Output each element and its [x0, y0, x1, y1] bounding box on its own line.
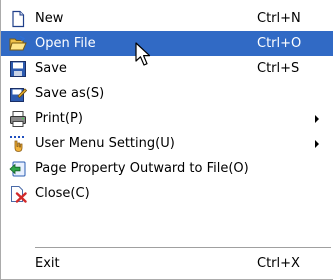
menu-item-label: Close(C)	[35, 186, 90, 201]
submenu-arrow-icon	[315, 115, 319, 123]
user-menu-setting-icon	[9, 135, 27, 153]
menu-item-label: Save as(S)	[35, 86, 105, 101]
save-disk-icon	[9, 60, 27, 78]
menu-item-label: User Menu Setting(U)	[35, 136, 175, 151]
file-context-menu: New Ctrl+N Open File Ctrl+O Save Ctrl+S	[0, 0, 333, 280]
menu-separator	[35, 247, 331, 248]
save-as-icon	[9, 85, 27, 103]
menu-item-label: Save	[35, 61, 67, 76]
mouse-cursor-icon	[135, 42, 155, 68]
export-property-icon	[9, 160, 27, 178]
new-file-icon	[9, 10, 27, 28]
menu-item-new[interactable]: New Ctrl+N	[1, 6, 333, 31]
menu-item-close[interactable]: Close(C)	[1, 181, 333, 206]
menu-item-shortcut: Ctrl+N	[257, 11, 301, 26]
menu-item-save[interactable]: Save Ctrl+S	[1, 56, 333, 81]
close-document-icon	[9, 185, 27, 203]
menu-item-shortcut: Ctrl+X	[257, 256, 300, 271]
menu-item-label: New	[35, 11, 64, 26]
menu-item-label: Page Property Outward to File(O)	[35, 161, 249, 176]
menu-item-user-menu-setting[interactable]: User Menu Setting(U)	[1, 131, 333, 156]
menu-item-label: Open File	[35, 36, 96, 51]
open-folder-icon	[9, 35, 27, 53]
menu-item-shortcut: Ctrl+O	[257, 36, 302, 51]
menu-item-open-file[interactable]: Open File Ctrl+O	[1, 31, 333, 56]
menu-item-print[interactable]: Print(P)	[1, 106, 333, 131]
menu-item-label: Print(P)	[35, 111, 83, 126]
menu-item-page-property-outward[interactable]: Page Property Outward to File(O)	[1, 156, 333, 181]
submenu-arrow-icon	[315, 140, 319, 148]
printer-icon	[9, 110, 27, 128]
menu-item-label: Exit	[35, 256, 60, 271]
menu-item-exit[interactable]: Exit Ctrl+X	[1, 251, 333, 276]
menu-item-shortcut: Ctrl+S	[257, 61, 300, 76]
menu-item-save-as[interactable]: Save as(S)	[1, 81, 333, 106]
